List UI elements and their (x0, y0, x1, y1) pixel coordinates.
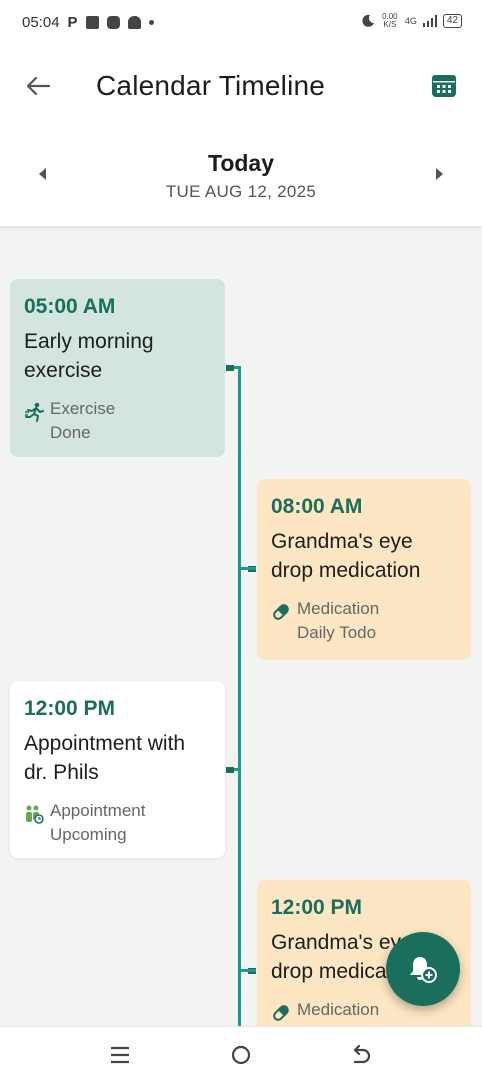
date-navigator: Today TUE AUG 12, 2025 (0, 144, 482, 210)
people-icon (26, 805, 44, 824)
event-title: Appointment with dr. Phils (24, 732, 186, 784)
event-card[interactable]: 12:00 PM Appointment with dr. Phils Appo… (10, 681, 225, 858)
status-right: 0.00 K/S 4G 42 (361, 13, 462, 29)
timeline-connector (226, 767, 234, 773)
add-reminder-button[interactable] (386, 932, 460, 1006)
event-time: 08:00 AM (271, 495, 363, 518)
event-category-row: Medication Daily Todo (271, 597, 457, 645)
signal-icon (422, 15, 437, 27)
event-title: Early morning exercise (24, 330, 154, 382)
status-bar: 05:04 P 0.00 K/S 4G 42 (0, 0, 482, 48)
event-category-row: Appointment Upcoming (24, 799, 211, 847)
event-meta: Medication (297, 998, 379, 1022)
notification-icon (85, 16, 99, 29)
timeline-connector (226, 365, 234, 371)
date-subtitle: TUE AUG 12, 2025 (165, 182, 317, 201)
event-meta: Appointment Upcoming (50, 799, 145, 847)
pill-icon (273, 604, 289, 620)
timeline[interactable]: 05:00 AM Early morning exercise Exercise… (0, 226, 482, 1070)
status-left: 05:04 P (22, 14, 154, 31)
system-navigation-bar (0, 1026, 482, 1081)
home-circle-icon (231, 1045, 251, 1065)
battery-icon: 42 (442, 14, 462, 28)
menu-icon (111, 1046, 129, 1064)
bell-add-icon (410, 957, 437, 983)
pill-icon (273, 1005, 289, 1021)
event-category: Medication (297, 599, 380, 618)
moon-icon (362, 14, 374, 27)
timeline-line (238, 366, 241, 1066)
android-icon (127, 16, 141, 29)
caret-right-icon (436, 168, 443, 180)
event-category: Medication (297, 1000, 380, 1019)
calendar-icon (432, 75, 456, 97)
status-time: 05:04 (22, 14, 60, 31)
event-title: Grandma's eye drop medication (271, 530, 421, 582)
net-speed: 0.00 K/S (382, 12, 398, 29)
arrow-left-icon (26, 76, 51, 96)
app-header: Calendar Timeline Today TUE AUG 12, 2025 (0, 48, 482, 226)
back-button[interactable] (22, 70, 54, 102)
event-card[interactable]: 08:00 AM Grandma's eye drop medication M… (257, 479, 471, 660)
back-nav-button[interactable] (347, 1041, 375, 1069)
event-category-row: Exercise Done (24, 397, 211, 445)
event-card[interactable]: 05:00 AM Early morning exercise Exercise… (10, 279, 225, 457)
event-meta: Exercise Done (50, 397, 115, 445)
page-title: Calendar Timeline (96, 70, 326, 101)
more-dot-icon (148, 20, 154, 25)
carrier-letter: P (67, 14, 78, 31)
event-time: 12:00 PM (271, 896, 363, 919)
undo-icon (353, 1044, 371, 1064)
timeline-connector (234, 366, 240, 369)
event-meta: Medication Daily Todo (297, 597, 379, 645)
timeline-connector (240, 969, 256, 972)
recent-apps-button[interactable] (106, 1041, 134, 1069)
network-type: 4G (404, 16, 417, 26)
event-status: Done (50, 423, 91, 442)
event-time: 12:00 PM (24, 697, 116, 720)
storage-icon (106, 16, 120, 29)
event-category: Exercise (50, 399, 116, 418)
timeline-connector (234, 768, 240, 771)
event-time: 05:00 AM (24, 295, 116, 318)
date-label: Today (207, 150, 275, 176)
running-icon (25, 402, 44, 422)
event-category: Appointment (50, 801, 146, 820)
timeline-connector (240, 567, 256, 570)
event-status: Upcoming (50, 825, 127, 844)
next-day-button[interactable] (430, 164, 450, 184)
calendar-button[interactable] (430, 71, 458, 99)
event-status: Daily Todo (297, 623, 377, 642)
home-button[interactable] (227, 1041, 255, 1069)
